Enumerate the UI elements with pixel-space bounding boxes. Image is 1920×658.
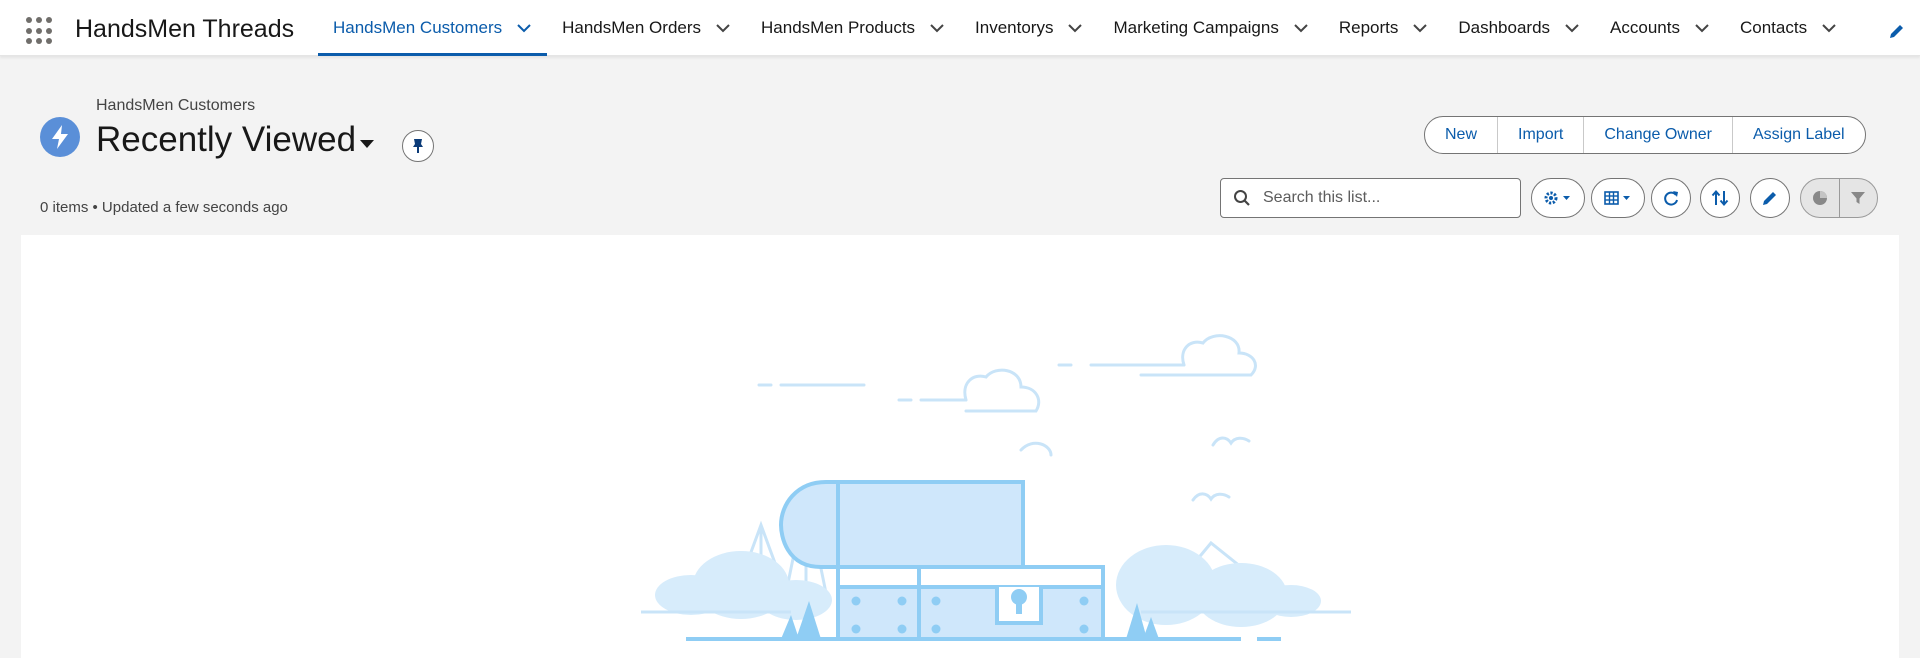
chevron-down-icon[interactable]: [1067, 20, 1083, 36]
pencil-icon: [1763, 192, 1776, 205]
pin-icon: [413, 139, 423, 153]
app-name: HandsMen Threads: [75, 15, 295, 43]
list-meta-info: 0 items • Updated a few seconds ago: [40, 199, 288, 216]
pie-chart-icon: [1812, 191, 1827, 205]
chart-button[interactable]: [1801, 179, 1840, 217]
nav-tab-accounts[interactable]: Accounts: [1595, 0, 1725, 56]
refresh-icon: [1664, 191, 1678, 206]
list-view-card: [21, 235, 1899, 658]
edit-nav-items-icon[interactable]: [1888, 22, 1906, 40]
chevron-down-icon[interactable]: [1564, 20, 1580, 36]
sort-icon: [1711, 189, 1729, 207]
filter-icon: [1851, 192, 1866, 204]
display-as-button[interactable]: [1591, 178, 1645, 218]
pin-button[interactable]: [402, 130, 434, 162]
global-navigation: HandsMen Threads HandsMen Customers Hand…: [0, 0, 1920, 56]
nav-tab-label: HandsMen Orders: [562, 18, 702, 37]
list-view-picker-caret-icon[interactable]: [358, 138, 376, 150]
list-view-controls-button[interactable]: [1531, 178, 1585, 218]
chart-filter-toggle: [1800, 178, 1878, 218]
lightning-icon: [40, 117, 80, 157]
nav-tab-handsmen-customers[interactable]: HandsMen Customers: [318, 0, 548, 56]
gear-icon: [1544, 191, 1570, 205]
chevron-down-icon[interactable]: [715, 20, 731, 36]
app-launcher-icon[interactable]: [26, 17, 54, 45]
search-input[interactable]: [1263, 189, 1503, 207]
chevron-down-icon[interactable]: [929, 20, 945, 36]
chevron-down-icon[interactable]: [1694, 20, 1710, 36]
nav-tab-contacts[interactable]: Contacts: [1725, 0, 1852, 56]
assign-label-button[interactable]: Assign Label: [1733, 117, 1865, 153]
nav-tab-label: HandsMen Products: [761, 18, 916, 37]
filter-button[interactable]: [1840, 179, 1878, 217]
nav-tab-label: Marketing Campaigns: [1113, 18, 1279, 37]
nav-tab-handsmen-orders[interactable]: HandsMen Orders: [547, 0, 746, 56]
chevron-down-icon[interactable]: [1293, 20, 1309, 36]
nav-tab-label: Accounts: [1610, 18, 1680, 37]
nav-tab-label: Contacts: [1739, 18, 1808, 37]
nav-tab-label: Inventorys: [975, 18, 1054, 37]
nav-tab-reports[interactable]: Reports: [1324, 0, 1444, 56]
list-actions: New Import Change Owner Assign Label: [1424, 116, 1866, 154]
change-owner-button[interactable]: Change Owner: [1584, 117, 1733, 153]
nav-tab-label: HandsMen Customers: [333, 18, 503, 37]
nav-tab-marketing-campaigns[interactable]: Marketing Campaigns: [1098, 0, 1323, 56]
refresh-button[interactable]: [1651, 178, 1691, 218]
sort-button[interactable]: [1700, 178, 1740, 218]
chevron-down-icon[interactable]: [516, 20, 532, 36]
table-icon: [1604, 191, 1630, 205]
nav-tab-label: Reports: [1338, 18, 1399, 37]
empty-state-treasure-chest-illustration: [641, 334, 1351, 641]
nav-tab-handsmen-products[interactable]: HandsMen Products: [746, 0, 960, 56]
nav-tabs: HandsMen Customers HandsMen Orders Hands…: [318, 0, 1852, 56]
search-icon: [1234, 190, 1250, 206]
nav-tab-label: Dashboards: [1458, 18, 1551, 37]
chevron-down-icon[interactable]: [1412, 20, 1428, 36]
chevron-down-icon[interactable]: [1821, 20, 1837, 36]
page-title: Recently Viewed: [96, 120, 357, 159]
nav-tab-dashboards[interactable]: Dashboards: [1443, 0, 1595, 56]
nav-tab-inventorys[interactable]: Inventorys: [960, 0, 1098, 56]
inline-edit-button[interactable]: [1750, 178, 1790, 218]
new-button[interactable]: New: [1425, 117, 1499, 153]
import-button[interactable]: Import: [1498, 117, 1585, 153]
breadcrumb: HandsMen Customers: [96, 97, 256, 114]
search-box: [1220, 178, 1521, 218]
